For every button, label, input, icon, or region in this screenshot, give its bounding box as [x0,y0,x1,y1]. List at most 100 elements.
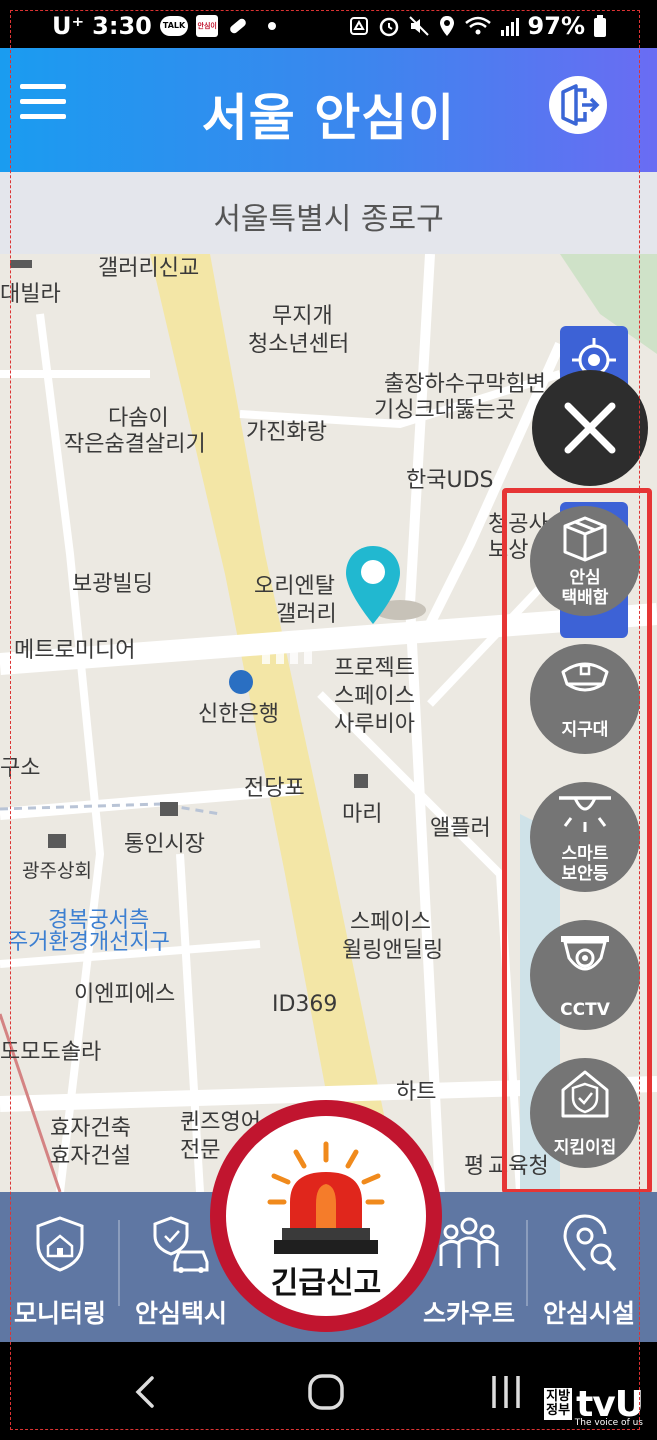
emergency-button-label: 긴급신고 [270,1266,382,1301]
close-x-icon [564,402,616,454]
pill-icon [230,18,247,34]
map-label: 스페이스 [350,910,431,935]
carrier-label: U⁺ [52,12,85,40]
cctv-camera-icon [561,936,609,971]
shield-house-icon [561,1070,609,1118]
current-location-bar: 서울특별시 종로구 [0,172,657,254]
map-label: 작은숨결살리기 [64,432,206,457]
alarm-icon [379,17,398,37]
recent-apps-icon[interactable] [488,1372,528,1412]
shield-home-icon [36,1216,84,1272]
map-label: 앨플러 [430,816,491,841]
current-location-text: 서울특별시 종로구 [213,202,444,237]
back-icon[interactable] [126,1372,166,1412]
battery-percent: 97% [527,12,585,40]
map-label: 사루비아 [334,712,415,737]
cctv-button[interactable]: CCTV [530,920,640,1030]
nav-label: 안심시설 [542,1299,635,1328]
map-label: 주거환경개선지구 [8,930,170,955]
location-icon [439,16,454,36]
map-label: 효자건축 [50,1116,131,1141]
map-label: 광주상회 [22,860,92,882]
siren-icon [267,1141,385,1254]
wifi-icon [464,16,491,35]
safe-app-notification-icon: 안심이 [196,15,219,37]
smart-security-light-button[interactable]: 스마트 보안등 [530,782,640,892]
side-item-label: 안심 [569,568,601,588]
map-label: 가진화랑 [246,420,327,445]
map-label: 평 [464,1154,485,1179]
map-label: 다솜이 [108,406,169,431]
emergency-report-button[interactable]: 긴급신고 [210,1100,442,1332]
tvu-watermark: 지방 정부 tvU The voice of us [544,1380,644,1428]
nav-label: 모니터링 [13,1299,106,1328]
status-left: U⁺ 3:30 TALK 안심이 [52,12,277,40]
side-item-label: 택배함 [561,588,609,608]
guardian-house-button[interactable]: 지킴이집 [530,1058,640,1168]
shield-taxi-icon [153,1216,209,1273]
watermark-badge: 지방 정부 [544,1388,573,1420]
map-label: 메트로미디어 [14,638,136,663]
map-label: 하트 [396,1080,437,1105]
watermark-badge-line: 정부 [546,1403,571,1418]
kakaotalk-notification-icon: TALK [159,16,189,36]
police-cap-icon [561,662,609,692]
battery-icon [594,15,606,37]
signal-icon [500,18,519,36]
map-label: 프로젝트 [334,656,415,681]
map-label: 전당포 [244,776,305,801]
map-label: 무지개 [272,304,333,329]
map-label: 갤러리 [276,602,337,627]
nav-label: 안심택시 [134,1299,227,1328]
side-item-label: 지킴이집 [553,1138,617,1158]
map-label: 이엔피에스 [74,982,176,1007]
map-label: 갤러리신교 [98,256,200,281]
map-label: 윌링앤딜링 [342,938,444,963]
watermark-badge-line: 지방 [546,1389,571,1404]
close-side-menu-button[interactable] [532,370,648,486]
map-label: 통인시장 [124,832,205,857]
mute-icon [408,16,429,36]
logout-button[interactable] [549,76,607,134]
map-label: 신한은행 [198,702,279,727]
parcel-box-icon [563,516,607,562]
map-label: 스페이스 [334,684,415,709]
map-label: 청소년센터 [248,332,350,357]
map-label: 대빌라 [0,282,61,307]
app-header: 서울 안심이 [0,48,657,172]
logout-door-icon [561,84,600,126]
map-label: 마리 [342,802,383,827]
location-search-icon [563,1214,617,1272]
location-pin-icon [346,546,400,624]
street-light-icon [559,796,611,832]
safe-parcel-box-button[interactable]: 안심 택배함 [530,506,640,616]
map-label: 전문 [180,1138,221,1163]
nav-label: 스카우트 [422,1299,515,1328]
map-label: 오리엔탈 [254,574,335,599]
side-item-label: 스마트 [561,844,609,864]
notification-dot-icon [268,22,277,30]
side-item-label: 보안등 [561,864,609,884]
map-label: 보광빌딩 [72,572,153,597]
map-label: 기싱크대뚫는곳 [374,398,516,423]
map-label: ID369 [272,992,338,1017]
home-icon[interactable] [306,1372,346,1412]
side-item-label: 지구대 [561,720,609,740]
police-box-button[interactable]: 지구대 [530,644,640,754]
nav-divider [118,1220,120,1306]
recycle-icon [349,17,368,35]
map-label: 한국UDS [406,468,494,493]
nav-monitoring[interactable]: 모니터링 [0,1192,120,1342]
nav-safe-facility[interactable]: 안심시설 [530,1192,648,1342]
side-item-label: CCTV [560,1000,610,1020]
map-label: 효자건설 [50,1144,131,1169]
map-label: 출장하수구막힘변 [384,372,546,397]
group-people-icon [439,1217,499,1268]
emergency-button-face: 긴급신고 [226,1116,426,1316]
clock: 3:30 [92,12,152,40]
map-label: 구소 [0,756,41,781]
watermark-tagline: The voice of us [574,1418,643,1428]
map-label: 도모도솔라 [0,1040,102,1065]
status-right: 97% [348,12,607,40]
nav-divider [526,1220,528,1306]
